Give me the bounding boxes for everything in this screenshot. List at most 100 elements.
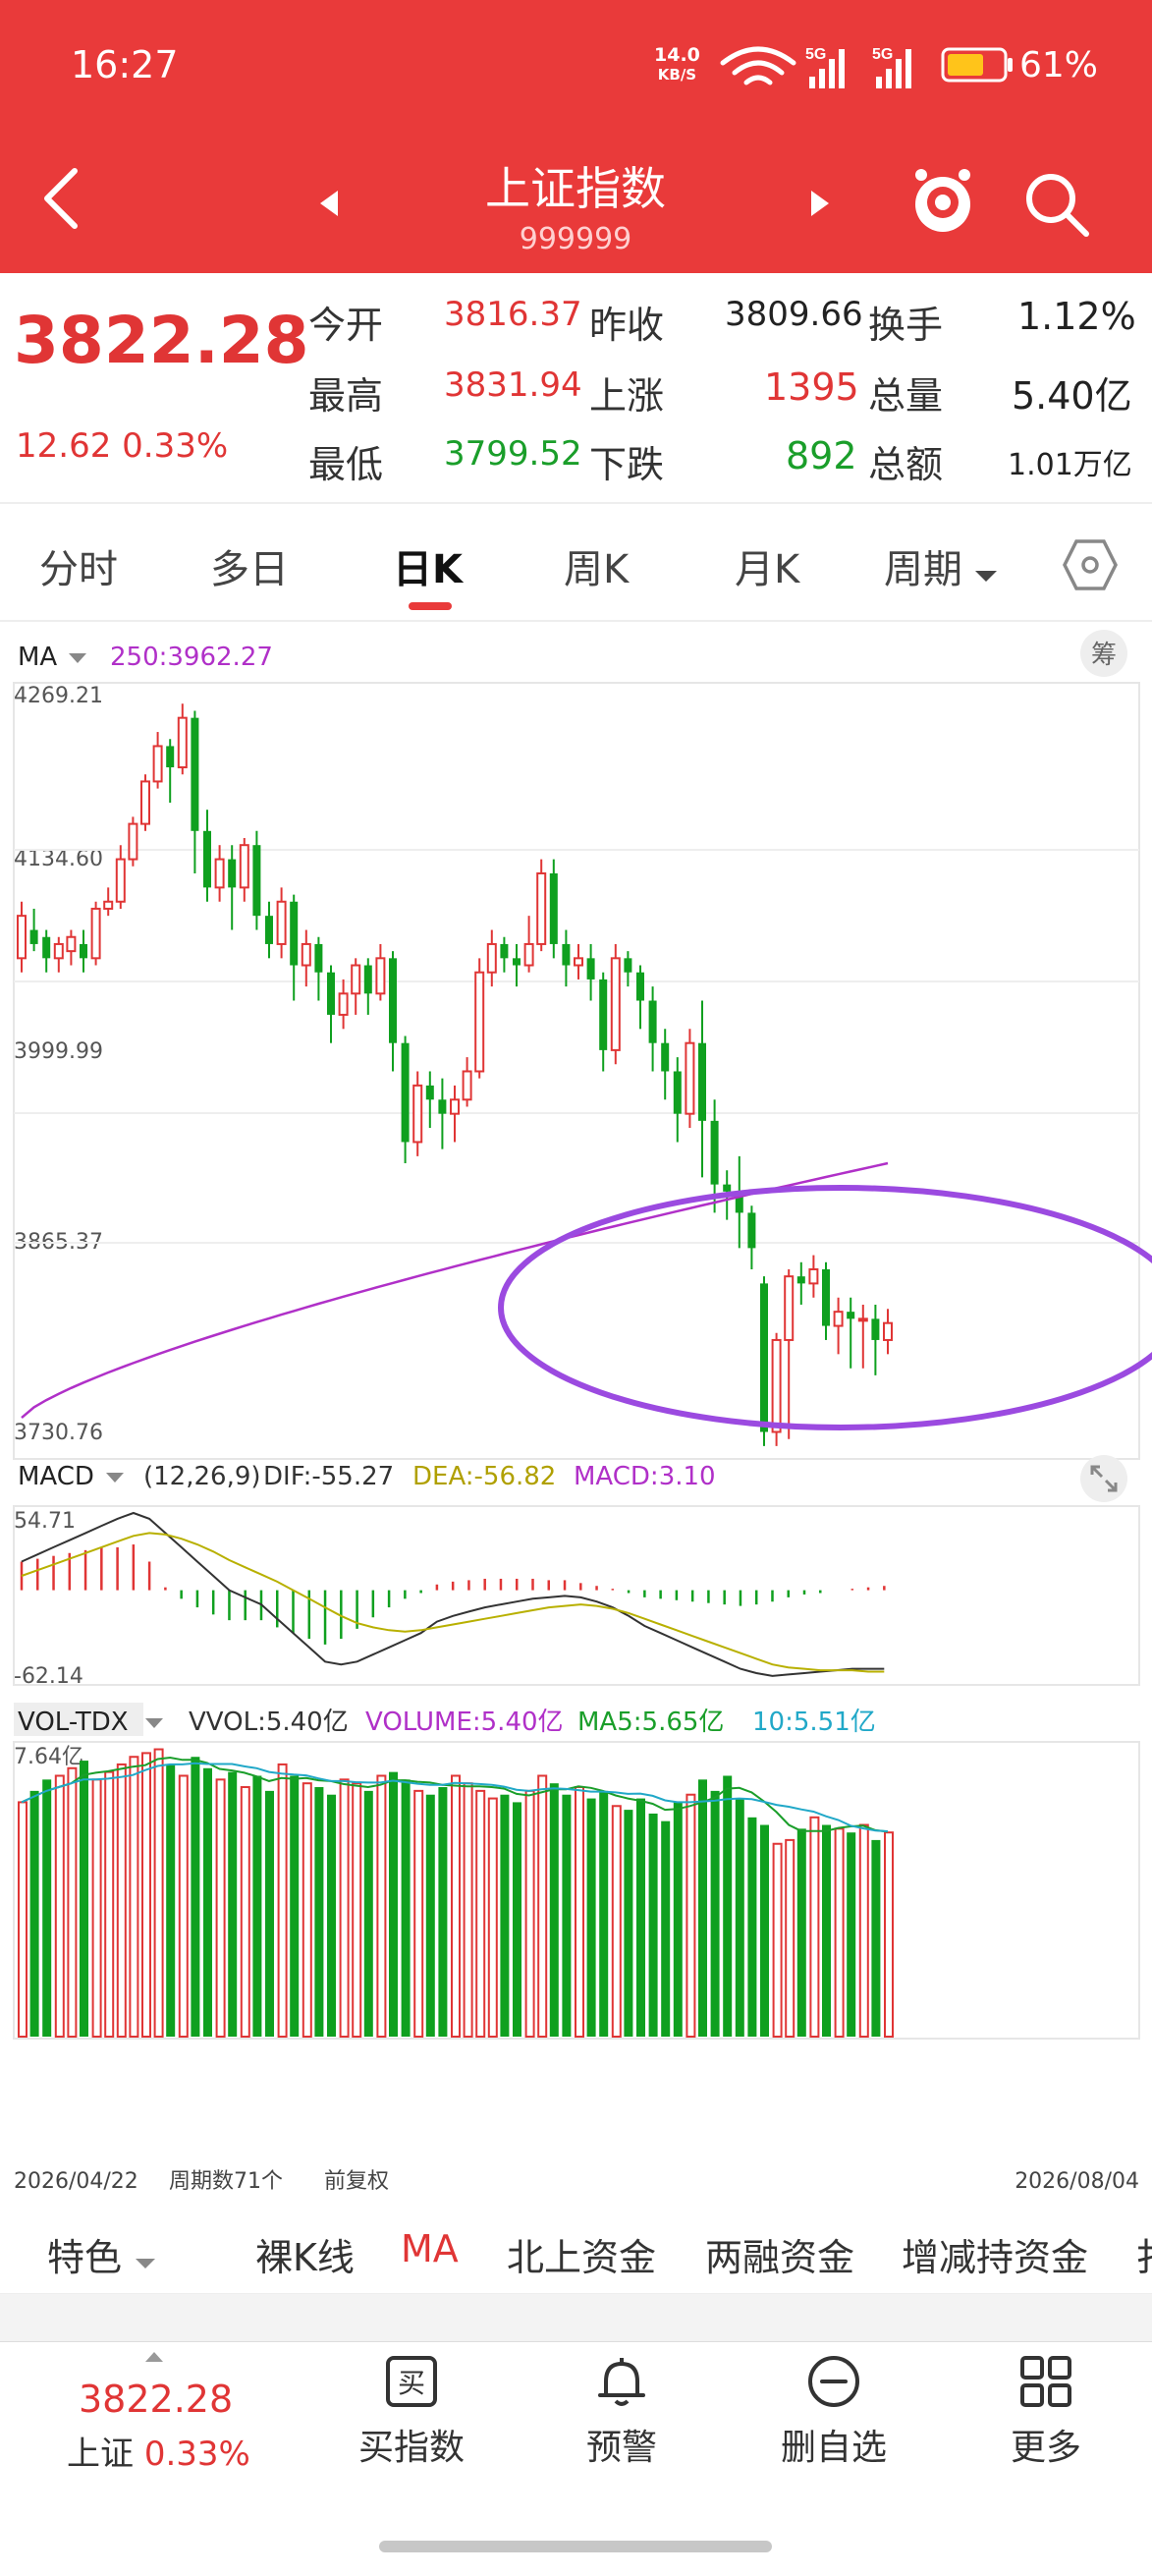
candle-body-up [103, 900, 114, 910]
candle-body-up [239, 844, 249, 889]
candle-body-up [90, 907, 101, 960]
cell-signal-icon-2: 5G [872, 46, 911, 88]
bell-icon [598, 2358, 645, 2406]
settings-hexagon-icon[interactable] [1063, 537, 1118, 592]
next-stock-icon[interactable] [807, 189, 833, 218]
prev-stock-icon[interactable] [316, 189, 342, 218]
candle-body-up [140, 780, 150, 825]
macd-params: (12,26,9) [143, 1462, 261, 1491]
footer-index[interactable]: 上证 0.33% [67, 2427, 250, 2475]
tab-multiday[interactable]: 多日 [210, 537, 289, 594]
vol-ma10: 10:5.51亿 [752, 1708, 876, 1737]
candle-body-down [760, 1283, 768, 1432]
candle-body-down [747, 1212, 756, 1249]
macd-indicator-label[interactable]: MACD [18, 1462, 94, 1491]
volume-bar-down [796, 1828, 806, 2037]
volume-bar-down [401, 1779, 411, 2037]
svg-text:买: 买 [398, 2367, 425, 2399]
btab-margin-funds[interactable]: 两融资金 [705, 2227, 854, 2281]
btab-more[interactable]: 扌 [1135, 2227, 1152, 2281]
candle-body-down [290, 901, 299, 966]
battery-percent: 61% [1019, 45, 1099, 85]
volume-bar-down [228, 1771, 238, 2037]
vol-indicator-label[interactable]: VOL-TDX [18, 1708, 129, 1737]
search-icon[interactable] [1021, 169, 1092, 240]
open-label: 今开 [308, 304, 384, 347]
tab-weekk[interactable]: 周K [564, 537, 629, 594]
app-header: 16:27 14.0 KB/S 5G 5G 61% 上证指数 999999 [0, 0, 1152, 273]
x-start-date: 2026/04/22 [14, 2169, 138, 2194]
ma-indicator-label[interactable]: MA [18, 643, 57, 672]
candle-body-up [883, 1321, 893, 1341]
btab-north-funds[interactable]: 北上资金 [507, 2227, 656, 2281]
kline-chart-area[interactable]: MA 250:3962.27 筹 4269.21 4134.60 3999.99… [0, 622, 1152, 2206]
candle-body-up [338, 992, 349, 1016]
candle-body-down [698, 1042, 706, 1121]
adjust-mode: 前复权 [324, 2169, 389, 2194]
open-value: 3816.37 [444, 295, 582, 334]
volume-bar-down [166, 1764, 176, 2037]
candle-body-up [574, 957, 583, 967]
volume-bar-down [327, 1794, 336, 2037]
separator [0, 2294, 1152, 2341]
btab-holder-funds[interactable]: 增减持资金 [902, 2227, 1088, 2281]
candle-body-up [375, 957, 386, 995]
chip-distribution-button[interactable]: 筹 [1091, 641, 1117, 670]
macd-histogram [20, 1544, 886, 1645]
delete-watchlist-button[interactable]: 删自选 [760, 2354, 907, 2470]
volume-bar-down [636, 1798, 645, 2037]
tab-intraday[interactable]: 分时 [39, 537, 118, 594]
tab-monthk[interactable]: 月K [735, 537, 799, 594]
footer-change: 0.33% [143, 2435, 250, 2474]
tab-period[interactable]: 周期 [884, 537, 997, 594]
btab-feature[interactable]: 特色 [47, 2227, 157, 2281]
volume-bar-up [858, 1823, 869, 2038]
back-arrow-icon[interactable] [39, 167, 82, 230]
vol-dropdown-icon [145, 1718, 163, 1728]
y-tick-5: 3730.76 [14, 1421, 103, 1445]
current-price: 3822.28 [14, 303, 309, 378]
volume-bar-down [624, 1810, 633, 2037]
candle-body-up [276, 900, 287, 945]
candle-body-up [17, 915, 27, 960]
low-label: 最低 [308, 443, 384, 486]
volume-bar-down [673, 1802, 683, 2037]
grid-icon [1020, 2356, 1071, 2407]
vol-top: 7.64亿 [14, 1745, 83, 1769]
candle-body-up [412, 1084, 423, 1144]
alert-button[interactable]: 预警 [548, 2354, 695, 2470]
ma250-value: 250:3962.27 [110, 643, 273, 672]
footer-index-name: 上证 [67, 2435, 134, 2474]
more-button[interactable]: 更多 [972, 2354, 1120, 2470]
volume-bar-down [290, 1775, 300, 2037]
candle-body-up [610, 957, 621, 1051]
amount-label: 总额 [868, 443, 944, 486]
home-indicator[interactable] [379, 2541, 772, 2552]
volume-bar-down [29, 1790, 39, 2037]
ma250-line [21, 1161, 889, 1420]
volume-bar-down [42, 1779, 52, 2037]
expand-button-bg [1080, 1455, 1127, 1502]
high-value: 3831.94 [444, 365, 582, 405]
price-change: 12.62 0.33% [16, 426, 228, 466]
speed-value: 14.0 [654, 44, 700, 66]
change-percent: 0.33% [122, 426, 229, 466]
candle-body-down [847, 1312, 855, 1319]
candle-body-down [438, 1099, 447, 1114]
candle-body-down [203, 830, 211, 888]
active-tab-indicator [409, 602, 452, 610]
tab-dayk[interactable]: 日K [393, 537, 463, 594]
volume-bar-up [240, 1786, 250, 2039]
candle-body-up [450, 1098, 460, 1115]
buy-index-button[interactable]: 买 买指数 [338, 2354, 485, 2470]
btab-naked-k[interactable]: 裸K线 [255, 2227, 355, 2281]
candle-body-down [796, 1276, 805, 1284]
macd-value: MACD:3.10 [574, 1462, 716, 1491]
btab-ma[interactable]: MA [401, 2227, 459, 2270]
volume-bar-down [723, 1775, 733, 2037]
mascot-icon[interactable] [907, 163, 978, 238]
svg-text:5G: 5G [805, 46, 826, 63]
volume-bar-up [104, 1770, 115, 2039]
candle-body-up [128, 822, 138, 861]
volume-bar-down [314, 1787, 324, 2037]
